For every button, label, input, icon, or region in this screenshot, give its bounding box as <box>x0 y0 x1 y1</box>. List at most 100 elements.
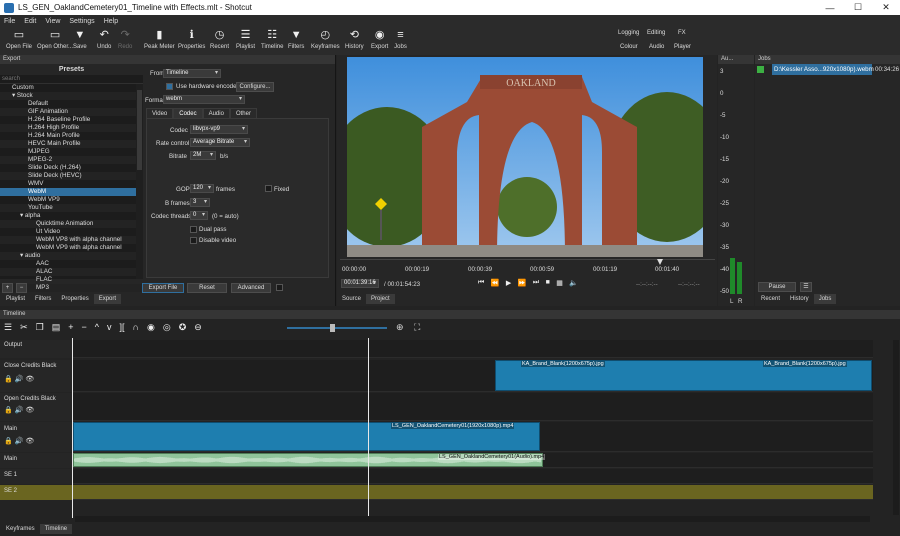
recent-button[interactable]: ◷ Recent <box>210 29 229 50</box>
eye-icon[interactable]: 👁 <box>25 438 34 445</box>
grid-icon[interactable]: ▦ <box>556 279 563 289</box>
se2-track-row[interactable] <box>73 485 873 500</box>
preset-item[interactable]: YouTube <box>0 204 143 212</box>
tab-codec[interactable]: Codec <box>173 108 203 118</box>
output-track-row[interactable] <box>73 340 873 358</box>
preset-item[interactable]: MJPEG <box>0 148 143 156</box>
zoom-in-icon[interactable]: ⊕ <box>396 322 404 333</box>
pause-button[interactable]: Pause <box>758 282 796 292</box>
preset-item[interactable]: WebM VP9 <box>0 196 143 204</box>
ripple-all-icon[interactable]: ✪ <box>179 322 187 334</box>
timeline-hscroll[interactable] <box>75 516 870 522</box>
menu-help[interactable]: Help <box>104 18 118 25</box>
open-credits-track-row[interactable] <box>73 393 873 421</box>
menu-view[interactable]: View <box>45 18 60 25</box>
configure-button[interactable]: Configure... <box>236 82 274 92</box>
tab-history[interactable]: History <box>785 294 814 304</box>
timeline-button[interactable]: ☷ Timeline <box>261 29 283 50</box>
snap-icon[interactable]: ∩ <box>133 322 139 334</box>
export-file-button[interactable]: Export File <box>142 283 184 293</box>
tab-timeline[interactable]: Timeline <box>39 524 73 534</box>
minimize-button[interactable]: — <box>816 0 844 15</box>
preset-item[interactable]: HEVC Main Profile <box>0 140 143 148</box>
track-header-open-credits[interactable]: Open Credits Black 🔒 🔊 👁 <box>0 393 73 421</box>
stop-icon[interactable]: ■ <box>546 279 550 289</box>
advanced-button[interactable]: Advanced <box>231 283 271 293</box>
tab-recent[interactable]: Recent <box>756 294 785 304</box>
skip-previous-icon[interactable]: ⏮ <box>478 279 484 289</box>
zoom-out-icon[interactable]: ⊖ <box>194 322 202 334</box>
preset-item[interactable]: WebM VP9 with alpha channel <box>0 244 143 252</box>
zoom-slider-handle[interactable] <box>330 324 335 332</box>
tab-playlist[interactable]: Playlist <box>1 294 30 304</box>
menu-edit[interactable]: Edit <box>24 18 36 25</box>
save-button[interactable]: ▼ Save <box>73 29 87 50</box>
track-header-se2[interactable]: SE 2 <box>0 485 73 500</box>
reset-button[interactable]: Reset <box>187 283 227 293</box>
preset-item[interactable]: Slide Deck (HEVC) <box>0 172 143 180</box>
rate-control-select[interactable]: Average Bitrate <box>190 138 250 147</box>
lock-icon[interactable]: 🔒 <box>4 438 13 445</box>
rewind-icon[interactable]: ⏪ <box>491 279 500 289</box>
layout-editing-button[interactable]: Editing <box>647 30 665 36</box>
undo-button[interactable]: ↶ Undo <box>97 29 111 50</box>
layout-fx-button[interactable]: FX <box>678 30 686 36</box>
preset-item[interactable]: ▾ alpha <box>0 212 143 220</box>
peak-meter-button[interactable]: ▮ Peak Meter <box>144 29 175 50</box>
open-other-button[interactable]: ▭ Open Other... <box>37 29 73 50</box>
overwrite-icon[interactable]: v <box>107 322 112 334</box>
tab-audio[interactable]: Audio <box>202 108 230 118</box>
track-header-se1[interactable]: SE 1 <box>0 469 73 484</box>
main-audio-track-row[interactable]: LS_GEN_OaklandCemetery01(Audio).mp4 <box>73 453 873 468</box>
zoom-fit-icon[interactable]: ⛶ <box>414 322 420 333</box>
se1-track-row[interactable] <box>73 469 873 484</box>
codec-threads-input[interactable]: 0 <box>190 211 208 220</box>
bitrate-input[interactable]: 2M <box>190 151 216 160</box>
bframes-input[interactable]: 3 <box>190 198 210 207</box>
zoom-slider[interactable] <box>287 327 387 329</box>
tab-keyframes[interactable]: Keyframes <box>1 524 40 534</box>
copy-icon[interactable]: ❐ <box>36 322 44 334</box>
tab-source[interactable]: Source <box>337 294 366 304</box>
preset-item[interactable]: Quicktime Animation <box>0 220 143 228</box>
timeline-playhead[interactable] <box>368 338 369 518</box>
preset-scrollbar[interactable] <box>136 84 143 279</box>
properties-button[interactable]: ℹ Properties <box>178 29 205 50</box>
add-preset-button[interactable]: + <box>2 283 13 293</box>
redo-button[interactable]: ↷ Redo <box>118 29 132 50</box>
preset-item[interactable]: H.264 Baseline Profile <box>0 116 143 124</box>
eye-icon[interactable]: 👁 <box>25 376 34 383</box>
preset-item[interactable]: ▾ audio <box>0 252 143 260</box>
from-select[interactable]: Timeline <box>163 69 221 78</box>
preset-item[interactable]: AAC <box>0 260 143 268</box>
preset-item[interactable]: WMV <box>0 180 143 188</box>
mute-icon[interactable]: 🔊 <box>15 376 24 383</box>
paste-icon[interactable]: ▤ <box>52 322 61 334</box>
playlist-button[interactable]: ☰ Playlist <box>236 29 255 50</box>
main-video-track-row[interactable]: LS_GEN_OaklandCemetery01(1920x1080p).mp4 <box>73 422 873 452</box>
preset-item[interactable]: WebM <box>0 188 143 196</box>
open-file-button[interactable]: ▭ Open File <box>6 29 32 50</box>
preset-search-input[interactable]: search <box>0 75 143 84</box>
ripple-icon[interactable]: ◎ <box>163 322 171 334</box>
lift-icon[interactable]: ^ <box>95 322 99 334</box>
track-header-main-video[interactable]: Main 🔒 🔊 👁 <box>0 422 73 452</box>
dual-pass-checkbox[interactable] <box>190 226 197 233</box>
mute-icon[interactable]: 🔊 <box>15 438 24 445</box>
hw-encoder-checkbox[interactable] <box>166 83 173 90</box>
codec-select[interactable]: libvpx-vp9 <box>190 125 248 134</box>
gop-fixed-checkbox[interactable] <box>265 185 272 192</box>
lock-icon[interactable]: 🔒 <box>4 407 13 414</box>
tab-properties[interactable]: Properties <box>56 294 93 304</box>
append-icon[interactable]: + <box>68 322 73 334</box>
scrub-icon[interactable]: ◉ <box>147 322 155 334</box>
preset-item[interactable]: H.264 Main Profile <box>0 132 143 140</box>
layout-audio-button[interactable]: Audio <box>649 44 664 50</box>
tab-other[interactable]: Other <box>229 108 257 118</box>
current-position-input[interactable]: 00:01:39:16 <box>341 279 379 288</box>
disable-video-checkbox[interactable] <box>190 237 197 244</box>
track-header-close-credits[interactable]: Close Credits Black 🔒 🔊 👁 <box>0 360 73 392</box>
preset-item[interactable]: GIF Animation <box>0 108 143 116</box>
split-icon[interactable]: ][ <box>119 322 124 334</box>
layout-logging-button[interactable]: Logging <box>618 30 639 36</box>
